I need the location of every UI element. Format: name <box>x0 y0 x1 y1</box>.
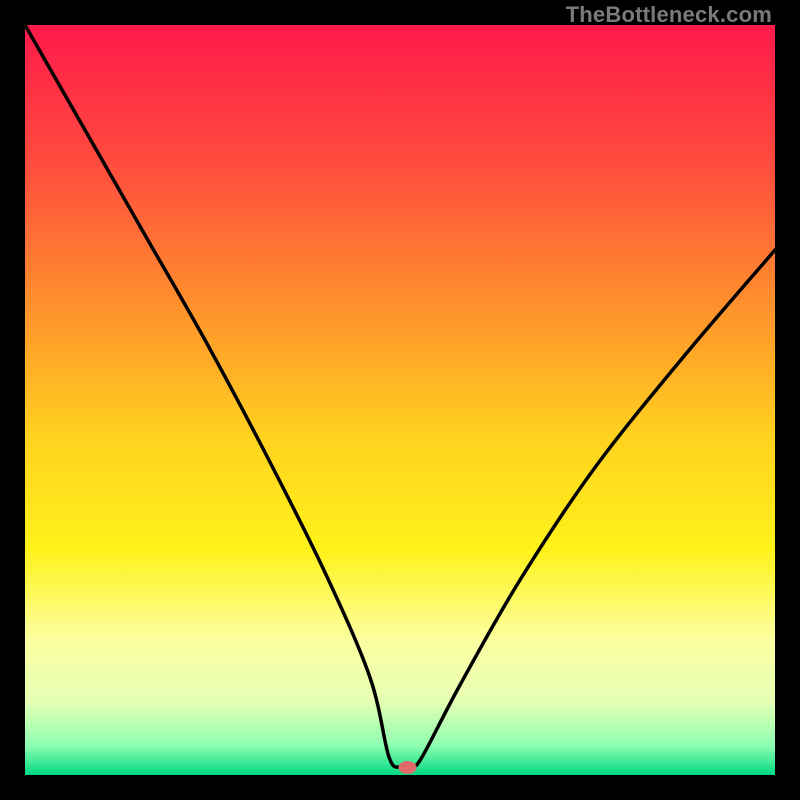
chart-frame: TheBottleneck.com <box>0 0 800 800</box>
gradient-background <box>25 25 775 775</box>
chart-canvas <box>25 25 775 775</box>
optimum-marker <box>399 761 417 774</box>
